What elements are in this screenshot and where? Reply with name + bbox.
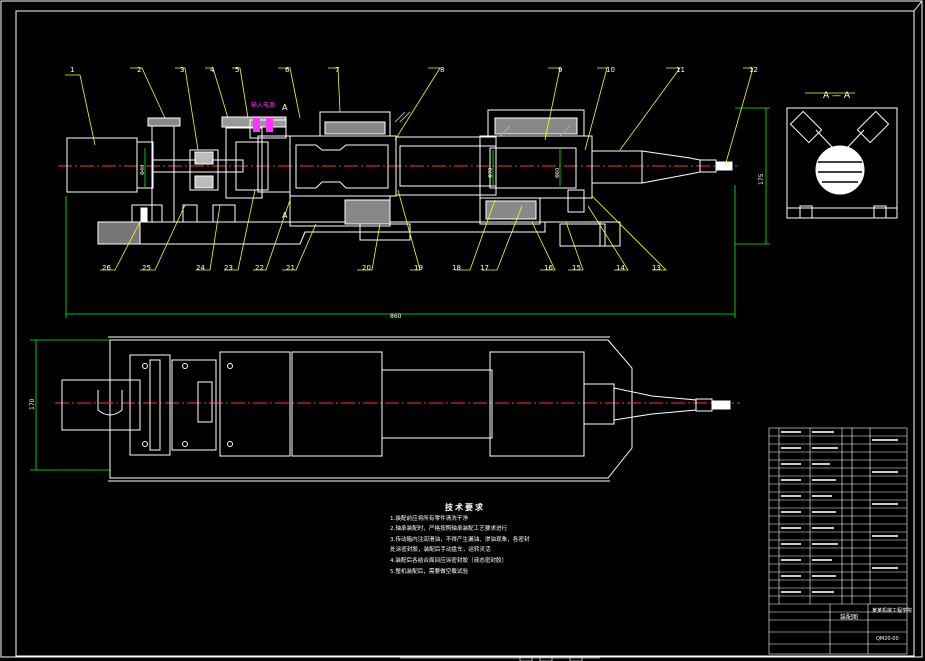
motor-body	[66, 137, 138, 193]
plan-motor	[61, 379, 141, 431]
port-highlight-left	[253, 118, 260, 132]
callout-24: 24	[196, 264, 205, 272]
bearing-right	[567, 189, 585, 213]
bom-cells	[781, 431, 898, 593]
tech-note-1: 1.装配前应将所有零件清洗干净	[390, 515, 469, 522]
callout-5: 5	[235, 66, 239, 74]
callout-26: 26	[102, 264, 111, 272]
bracket-2-top	[147, 117, 181, 127]
tech-notes-title: 技术要求	[445, 503, 485, 512]
callout-1: 1	[70, 66, 74, 74]
drawing-title: 装配图	[840, 614, 859, 621]
plan-tool	[613, 387, 697, 421]
section-view	[786, 107, 898, 219]
plan-end	[583, 383, 615, 425]
callout-13: 13	[652, 264, 661, 272]
assembly-plan-view	[55, 336, 740, 482]
bolt-left	[140, 207, 148, 223]
section-jaw-right	[856, 110, 890, 144]
dim-height-top: 175	[758, 173, 765, 185]
plan-rod	[381, 369, 493, 439]
callout-19: 19	[414, 264, 423, 272]
dim-height-plan: 170	[29, 398, 36, 410]
tool-shaft	[591, 150, 643, 184]
tech-note-5: 4.装配后各结合面间应涂密封胶（液态密封胶）	[390, 557, 508, 564]
valve-housing	[257, 135, 291, 193]
leader-lines	[65, 67, 855, 271]
callout-11: 11	[676, 66, 685, 74]
assembly-front-view	[58, 109, 740, 247]
port-highlight-right	[266, 118, 273, 132]
plan-cylinder-1	[291, 351, 383, 457]
tech-notes: 技术要求 1.装配前应将所有零件清洗干净 2.轴承装配时，严格按照轴承装配工艺要…	[390, 503, 690, 577]
section-jaw-left	[789, 110, 823, 144]
plan-cylinder-2	[489, 351, 585, 457]
tech-note-3: 3.传动箱内注润滑油，不得产生漏油、渗油现象，各密封	[390, 536, 530, 543]
gearbox-top-hatch	[324, 121, 386, 135]
callout-12: 12	[749, 66, 758, 74]
dim-dia-left: Φ40	[140, 165, 146, 175]
title-block	[768, 427, 908, 655]
tech-note-2: 2.轴承装配时，严格按照轴承装配工艺要求进行	[390, 526, 508, 533]
callout-15: 15	[572, 264, 581, 272]
tech-note-6: 5.整机装配后，需要做空载试验	[390, 568, 469, 575]
base-foot-left	[97, 221, 141, 245]
power-input-note: 输入电源	[251, 101, 275, 109]
coupling-hatch-b	[194, 175, 214, 189]
tool-taper	[641, 150, 701, 184]
callout-3: 3	[180, 66, 184, 74]
callout-16: 16	[544, 264, 553, 272]
plan-block-3	[219, 351, 291, 457]
gearbox-bottom-hatch	[344, 199, 391, 225]
section-bar	[815, 145, 865, 195]
dim-overall-length: 860	[390, 313, 402, 320]
support-left	[182, 204, 198, 223]
coupling-hatch	[194, 151, 214, 165]
support-right	[212, 204, 236, 223]
callout-7: 7	[335, 66, 339, 74]
section-marker-bottom: A	[282, 211, 288, 220]
drawing-number: QM20-00	[876, 636, 899, 642]
callout-6: 6	[285, 66, 290, 74]
right-housing	[479, 135, 593, 199]
callout-22: 22	[255, 264, 264, 272]
callout-9: 9	[558, 66, 562, 74]
plan-base	[109, 339, 633, 479]
plan-block-2	[171, 359, 217, 451]
callout-25: 25	[142, 264, 151, 272]
frame-corner	[913, 0, 923, 12]
callout-20: 20	[362, 264, 371, 272]
section-marker-top: A	[282, 103, 288, 112]
callout-17: 17	[480, 264, 489, 272]
callout-10: 10	[606, 66, 615, 74]
callout-18: 18	[452, 264, 461, 272]
section-title: A — A	[823, 91, 851, 101]
callout-21: 21	[286, 264, 295, 272]
school-name: 某某机械工程学院	[872, 608, 913, 614]
tool-bit	[715, 161, 733, 171]
callout-23: 23	[224, 264, 233, 272]
right-housing-inner	[489, 147, 577, 189]
tech-note-4: 处涂密封胶，装配后手动盘车，运转灵活	[390, 547, 491, 554]
callout-8: 8	[440, 66, 444, 74]
dim-dia-mid: Φ70	[488, 168, 494, 178]
callout-4: 4	[210, 66, 215, 74]
foot-right	[559, 223, 606, 247]
callout-2: 2	[137, 66, 141, 74]
callout-14: 14	[616, 264, 625, 272]
dim-dia-right: Φ60	[555, 168, 561, 178]
